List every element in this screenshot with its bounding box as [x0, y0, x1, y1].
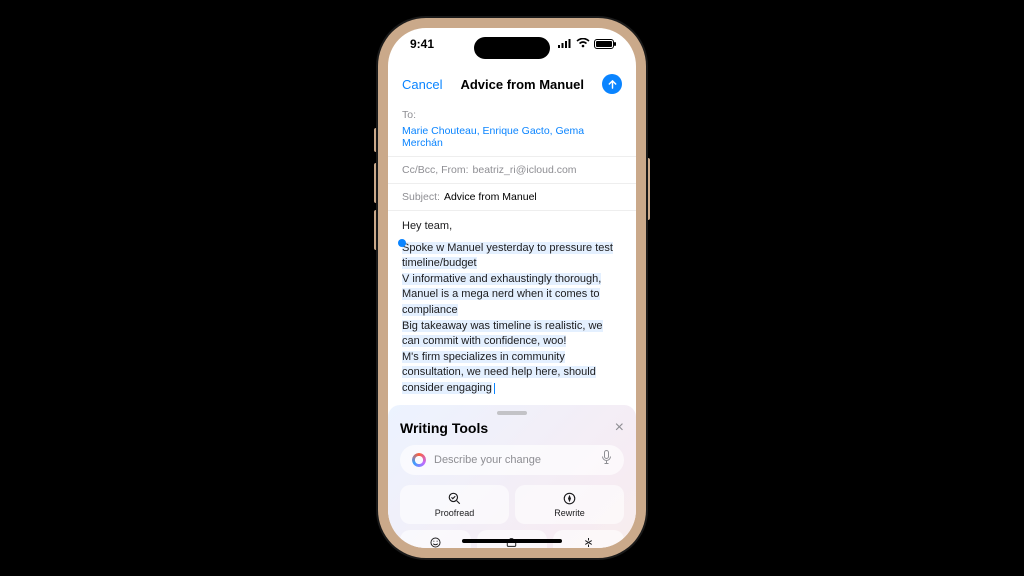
selected-text[interactable]: Spoke w Manuel yesterday to pressure tes… [402, 242, 613, 394]
proofread-label: Proofread [435, 508, 475, 518]
concise-icon [582, 536, 595, 548]
selection-start-handle[interactable] [398, 239, 406, 247]
battery-icon [594, 39, 614, 49]
from-address: beatriz_ri@icloud.com [473, 164, 577, 176]
friendly-button[interactable]: Friendly [400, 530, 471, 548]
to-recipients[interactable]: Marie Chouteau, Enrique Gacto, Gema Merc… [402, 125, 622, 149]
cc-label: Cc/Bcc, From: [402, 164, 469, 176]
panel-title: Writing Tools [400, 420, 488, 436]
subject-value[interactable]: Advice from Manuel [444, 191, 537, 203]
cancel-button[interactable]: Cancel [402, 77, 442, 92]
email-body[interactable]: Hey team, Spoke w Manuel yesterday to pr… [388, 211, 636, 405]
rewrite-label: Rewrite [554, 508, 585, 518]
to-label: To: [402, 109, 416, 121]
home-indicator[interactable] [462, 539, 562, 543]
cc-bcc-from-field[interactable]: Cc/Bcc, From: beatriz_ri@icloud.com [388, 157, 636, 184]
text-caret [494, 383, 495, 394]
wifi-icon [576, 37, 590, 51]
dynamic-island [474, 37, 550, 59]
ai-sparkle-icon [412, 453, 426, 467]
proofread-button[interactable]: Proofread [400, 485, 509, 524]
subject-field[interactable]: Subject: Advice from Manuel [388, 184, 636, 211]
rewrite-button[interactable]: Rewrite [515, 485, 624, 524]
phone-frame: 9:41 Cancel Advice from Manuel [388, 28, 636, 548]
panel-grabber[interactable] [497, 411, 527, 415]
concise-button[interactable]: Concise [553, 530, 624, 548]
compose-title: Advice from Manuel [460, 77, 584, 92]
writing-tools-panel: Writing Tools × Describe your change Pro… [388, 405, 636, 548]
signal-icon [558, 37, 572, 51]
smile-icon [429, 536, 442, 548]
close-icon[interactable]: × [615, 419, 624, 437]
body-greeting: Hey team, [402, 219, 622, 235]
to-field[interactable]: To: Marie Chouteau, Enrique Gacto, Gema … [388, 102, 636, 157]
send-button[interactable] [602, 74, 622, 94]
compose-header: Cancel Advice from Manuel [388, 72, 636, 102]
microphone-icon[interactable] [601, 450, 612, 469]
arrow-up-icon [607, 79, 618, 90]
magnify-check-icon [447, 491, 462, 506]
subject-label: Subject: [402, 191, 440, 203]
prompt-placeholder: Describe your change [434, 454, 593, 466]
status-time: 9:41 [410, 37, 434, 51]
prompt-input[interactable]: Describe your change [400, 445, 624, 475]
rewrite-icon [562, 491, 577, 506]
